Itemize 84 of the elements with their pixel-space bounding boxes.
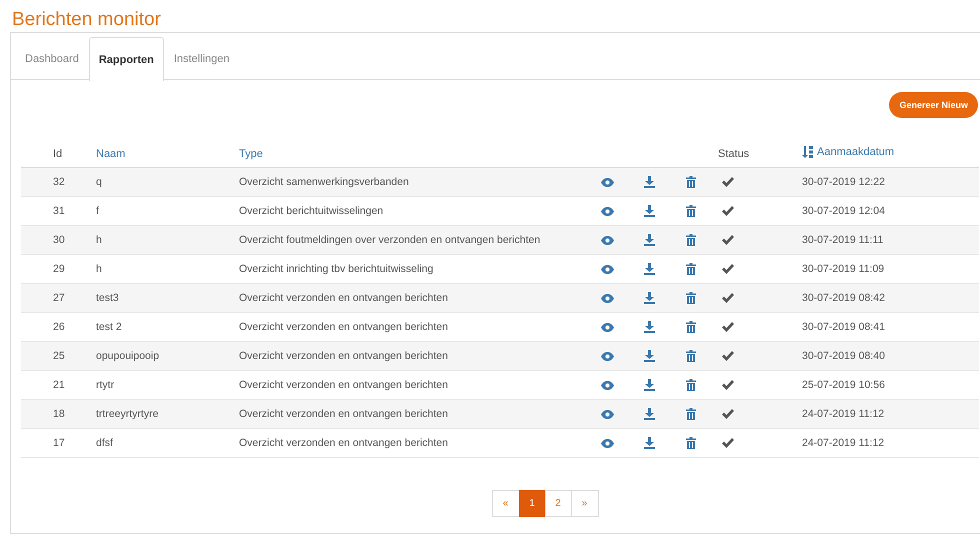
download-icon[interactable]	[644, 176, 654, 188]
view-icon[interactable]	[600, 380, 614, 390]
table-cell: 18	[53, 408, 65, 420]
trash-icon[interactable]	[686, 263, 696, 276]
table-cell: 31	[53, 205, 65, 217]
download-icon[interactable]	[644, 379, 654, 392]
column-header[interactable]: Naam	[96, 148, 126, 160]
download-icon[interactable]	[644, 263, 654, 276]
trash-icon[interactable]	[686, 437, 696, 450]
column-header: Id	[53, 148, 62, 160]
table-cell: 17	[53, 437, 65, 449]
table-cell: 25	[53, 350, 65, 362]
download-icon[interactable]	[644, 408, 654, 420]
page-button[interactable]: 2	[544, 490, 572, 517]
table-cell: 30-07-2019 12:22	[802, 176, 885, 188]
view-icon[interactable]	[600, 352, 614, 361]
trash-icon[interactable]	[686, 205, 696, 218]
table-cell: Overzicht foutmeldingen over verzonden en ontvangen berichten	[239, 234, 540, 246]
table-cell: Overzicht verzonden en ontvangen berichten	[239, 408, 448, 420]
table-cell: 26	[53, 321, 65, 333]
trash-icon[interactable]	[686, 321, 696, 334]
tab[interactable]: Dashboard	[15, 37, 89, 80]
table-cell: f	[96, 205, 99, 217]
table-cell: Overzicht berichtuitwisselingen	[239, 205, 384, 217]
table-cell: 27	[53, 292, 65, 304]
column-header: Status	[718, 148, 750, 160]
table-cell: test 2	[96, 321, 122, 333]
table-cell: dfsf	[96, 437, 113, 449]
trash-icon[interactable]	[686, 176, 696, 188]
view-icon[interactable]	[600, 236, 614, 245]
view-icon[interactable]	[600, 410, 614, 419]
table-cell: 24-07-2019 11:12	[802, 408, 884, 420]
table-cell: 29	[53, 263, 65, 275]
table-cell: 21	[53, 379, 65, 391]
tab[interactable]: Rapporten	[88, 37, 164, 81]
table-cell: 32	[53, 176, 65, 188]
trash-icon[interactable]	[686, 350, 696, 362]
download-icon[interactable]	[644, 205, 654, 218]
table-cell: test3	[96, 292, 119, 304]
table-cell: 30	[53, 234, 65, 246]
table-cell: 30-07-2019 08:41	[802, 321, 885, 333]
tab[interactable]: Instellingen	[164, 37, 240, 80]
table-cell: Overzicht verzonden en ontvangen berichten	[239, 379, 448, 391]
table-cell: 30-07-2019 08:40	[802, 350, 885, 362]
table-cell: Overzicht verzonden en ontvangen berichten	[239, 350, 448, 362]
table-cell: 30-07-2019 11:11	[802, 234, 884, 246]
table-cell: opupouipooip	[96, 350, 160, 362]
generate-button[interactable]: Genereer Nieuw	[889, 92, 978, 118]
view-icon[interactable]	[600, 294, 614, 303]
view-icon[interactable]	[600, 178, 614, 187]
table-cell: rtytr	[96, 379, 114, 391]
trash-icon[interactable]	[686, 234, 696, 246]
column-header[interactable]: Type	[239, 148, 263, 160]
table-cell: Overzicht verzonden en ontvangen berichten	[239, 321, 448, 333]
table-cell: 25-07-2019 10:56	[802, 379, 885, 391]
table-cell: 30-07-2019 12:04	[802, 205, 885, 217]
table-cell: 24-07-2019 11:12	[802, 437, 884, 449]
table-cell: Overzicht samenwerkingsverbanden	[239, 176, 409, 188]
download-icon[interactable]	[644, 321, 654, 334]
table-cell: Overzicht verzonden en ontvangen berichten	[239, 437, 448, 449]
download-icon[interactable]	[644, 437, 654, 450]
next-page-button[interactable]: »	[570, 490, 598, 517]
table-cell: Overzicht inrichting tbv berichtuitwisseling	[239, 263, 434, 275]
view-icon[interactable]	[600, 322, 614, 332]
column-header[interactable]: Aanmaakdatum	[817, 146, 894, 158]
view-icon[interactable]	[600, 264, 614, 274]
table-cell: h	[96, 263, 102, 275]
trash-icon[interactable]	[686, 292, 696, 304]
view-icon[interactable]	[600, 438, 614, 448]
download-icon[interactable]	[644, 350, 654, 362]
table-cell: 30-07-2019 11:09	[802, 263, 884, 275]
page-button[interactable]: 1	[518, 490, 546, 517]
table-cell: trtreeyrtyrtyre	[96, 408, 158, 420]
previous-page-button[interactable]: «	[492, 490, 520, 517]
trash-icon[interactable]	[686, 379, 696, 392]
download-icon[interactable]	[644, 234, 654, 246]
table-cell: q	[96, 176, 102, 188]
trash-icon[interactable]	[686, 408, 696, 420]
table-cell: 30-07-2019 08:42	[802, 292, 885, 304]
table-cell: h	[96, 234, 102, 246]
download-icon[interactable]	[644, 292, 654, 304]
view-icon[interactable]	[600, 206, 614, 216]
page-title: Berichten monitor	[11, 8, 162, 32]
table-cell: Overzicht verzonden en ontvangen berichten	[239, 292, 448, 304]
